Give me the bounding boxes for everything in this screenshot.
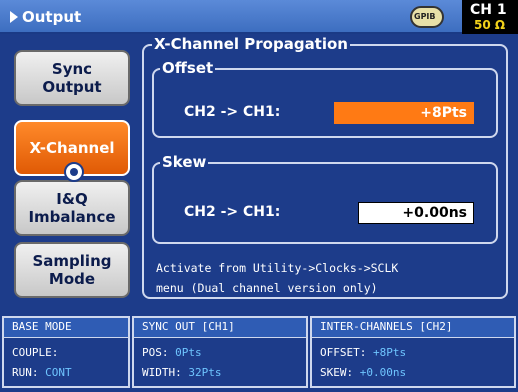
- softkey-label-line2: Output: [42, 78, 102, 96]
- status-row: POS: 0Pts: [142, 346, 202, 359]
- status-sync-out: SYNC OUT [CH1] POS: 0Pts WIDTH: 32Pts: [132, 316, 308, 388]
- offset-title: Offset: [160, 59, 216, 77]
- page-title: Output: [22, 8, 82, 26]
- channel-label: CH 1: [470, 2, 507, 18]
- activation-note: Activate from Utility->Clocks->SCLK menu…: [156, 258, 506, 298]
- status-header: INTER-CHANNELS [CH2]: [312, 318, 514, 338]
- softkey-label-line1: Sync: [51, 60, 93, 78]
- status-base-mode: BASE MODE COUPLE: RUN: CONT: [2, 316, 130, 388]
- status-row: WIDTH: 32Pts: [142, 366, 222, 379]
- skew-title: Skew: [160, 153, 209, 171]
- status-value: +0.00ns: [359, 366, 407, 379]
- title-bar: Output GPIB CH 1 50 Ω: [0, 0, 518, 34]
- status-value: CONT: [45, 366, 72, 379]
- channel-indicator: CH 1 50 Ω: [462, 0, 518, 34]
- status-row: OFFSET: +8Pts: [320, 346, 406, 359]
- status-row: COUPLE:: [12, 346, 58, 359]
- gpib-icon: GPIB: [410, 6, 444, 28]
- softkey-label-line1: Sampling: [32, 252, 112, 270]
- status-value: 32Pts: [188, 366, 222, 379]
- offset-group: Offset CH2 -> CH1: +8Pts: [152, 60, 498, 138]
- status-label: OFFSET:: [320, 346, 367, 359]
- softkey-label-line1: X-Channel: [29, 139, 115, 157]
- group-title: X-Channel Propagation: [152, 35, 350, 53]
- status-row: RUN: CONT: [12, 366, 72, 379]
- status-label: RUN:: [12, 366, 39, 379]
- status-header: SYNC OUT [CH1]: [134, 318, 306, 338]
- rotary-knob-icon: [64, 162, 84, 182]
- softkey-iq-imbalance[interactable]: I&Q Imbalance: [14, 180, 130, 236]
- main-panel: Sync Output X-Channel I&Q Imbalance Samp…: [0, 34, 518, 310]
- softkey-label-line2: Mode: [48, 270, 96, 288]
- skew-value-field[interactable]: +0.00ns: [358, 202, 474, 224]
- offset-label: CH2 -> CH1:: [184, 104, 281, 120]
- status-label: POS:: [142, 346, 169, 359]
- status-label: WIDTH:: [142, 366, 182, 379]
- softkey-sync-output[interactable]: Sync Output: [14, 50, 130, 106]
- x-channel-propagation-panel: X-Channel Propagation Offset CH2 -> CH1:…: [142, 36, 508, 299]
- skew-group: Skew CH2 -> CH1: +0.00ns: [152, 154, 498, 244]
- softkey-label-line2: Imbalance: [28, 208, 116, 226]
- status-inter-channels: INTER-CHANNELS [CH2] OFFSET: +8Pts SKEW:…: [310, 316, 516, 388]
- status-label: SKEW:: [320, 366, 354, 379]
- status-header: BASE MODE: [4, 318, 128, 338]
- softkey-label-line1: I&Q: [56, 190, 88, 208]
- offset-value-field[interactable]: +8Pts: [334, 102, 474, 124]
- skew-label: CH2 -> CH1:: [184, 204, 281, 220]
- menu-arrow-icon: [10, 11, 18, 23]
- status-bar: BASE MODE COUPLE: RUN: CONT SYNC OUT [CH…: [0, 310, 518, 392]
- gpib-label: GPIB: [414, 12, 436, 21]
- status-row: SKEW: +0.00ns: [320, 366, 406, 379]
- impedance-label: 50 Ω: [474, 18, 506, 32]
- softkey-sampling-mode[interactable]: Sampling Mode: [14, 242, 130, 298]
- note-line1: Activate from Utility->Clocks->SCLK: [156, 261, 399, 275]
- note-line2: menu (Dual channel version only): [156, 281, 378, 295]
- status-value: +8Pts: [372, 346, 407, 359]
- status-label: COUPLE:: [12, 346, 59, 359]
- status-value: 0Pts: [175, 346, 202, 359]
